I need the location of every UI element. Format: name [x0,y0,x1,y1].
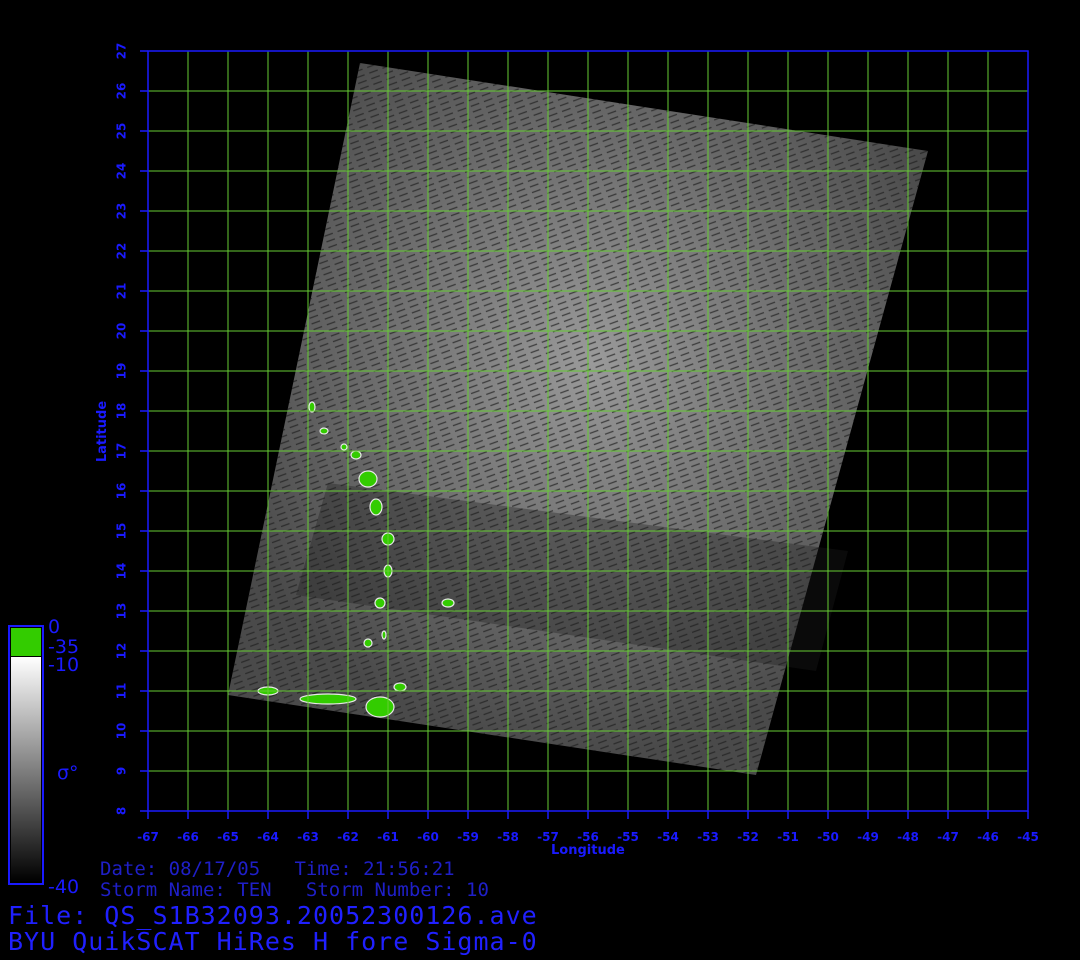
land-patch [350,450,362,460]
lon-tick-label: -64 [257,830,279,844]
lon-tick-label: -56 [577,830,599,844]
lat-tick-label: 27 [115,43,129,60]
lon-tick-label: -67 [137,830,159,844]
land-patch [363,638,373,648]
colorbar-bottom-label: -40 [48,876,80,898]
land-patch [358,470,378,488]
land-patch [319,427,329,435]
lon-tick-label: -57 [537,830,559,844]
map-figure: -67 -66 -65 -64 -63 -62 -61 -60 -59 -58 -57 -56 -55 -… [8,43,1039,885]
lat-tick-label: 9 [115,767,129,775]
lat-tick-label: 14 [115,563,129,580]
lat-tick-label: 11 [115,683,129,700]
land-patch [369,498,383,516]
lat-tick-label: 25 [115,123,129,140]
lon-tick-label: -53 [697,830,719,844]
land-patch [365,696,395,718]
lat-tick-label: 12 [115,643,129,660]
land-patch [441,598,455,608]
lon-tick-label: -47 [937,830,959,844]
lon-tick-label: -52 [737,830,759,844]
lat-tick-label: 24 [115,163,129,180]
lat-tick-label: 10 [115,723,129,740]
swath-image [228,63,928,775]
lat-tick-label: 26 [115,83,129,100]
lon-tick-label: -45 [1017,830,1039,844]
lat-tick-label: 18 [115,403,129,420]
lat-tick-label: 22 [115,243,129,260]
lon-tick-label: -62 [337,830,359,844]
colorbar-top-label: 0 [48,616,61,638]
latitude-axis-label: Latitude [95,400,111,463]
storm-line: Storm Name: TEN Storm Number: 10 [100,879,489,901]
date-time-line: Date: 08/17/05 Time: 21:56:21 [100,858,455,880]
lat-tick-label: 17 [115,443,129,460]
colorbar-land-segment [11,628,41,656]
lon-tick-label: -51 [777,830,799,844]
lon-tick-label: -49 [857,830,879,844]
lon-tick-label: -63 [297,830,319,844]
lon-tick-label: -50 [817,830,839,844]
lat-tick-label: 19 [115,363,129,380]
lon-tick-label: -65 [217,830,239,844]
colorbar-upper-label: -10 [48,654,80,676]
product-line: BYU QuikSCAT HiRes H fore Sigma-0 [8,927,538,956]
lon-tick-label: -66 [177,830,199,844]
lat-tick-label: 21 [115,283,129,300]
lat-tick-label: 23 [115,203,129,220]
land-patch [340,443,348,451]
lon-tick-label: -61 [377,830,399,844]
lon-tick-label: -59 [457,830,479,844]
colorbar [8,625,44,885]
colorbar-symbol: σ° [57,762,79,784]
lon-tick-label: -48 [897,830,919,844]
land-patch [381,630,387,640]
swath-texture [228,63,928,775]
colorbar-gradient [11,657,41,882]
lon-tick-label: -46 [977,830,999,844]
lon-tick-label: -54 [657,830,679,844]
lat-tick-label: 8 [115,807,129,815]
lon-tick-label: -60 [417,830,439,844]
file-line: File: QS_S1B32093.20052300126.ave [8,901,538,930]
lon-tick-label: -55 [617,830,639,844]
lat-tick-label: 13 [115,603,129,620]
lon-tick-label: -58 [497,830,519,844]
lat-tick-label: 20 [115,323,129,340]
land-patch [393,682,407,692]
land-patch [374,597,386,609]
lat-tick-label: 16 [115,483,129,500]
longitude-axis-label: Longitude [551,843,625,858]
lat-tick-label: 15 [115,523,129,540]
